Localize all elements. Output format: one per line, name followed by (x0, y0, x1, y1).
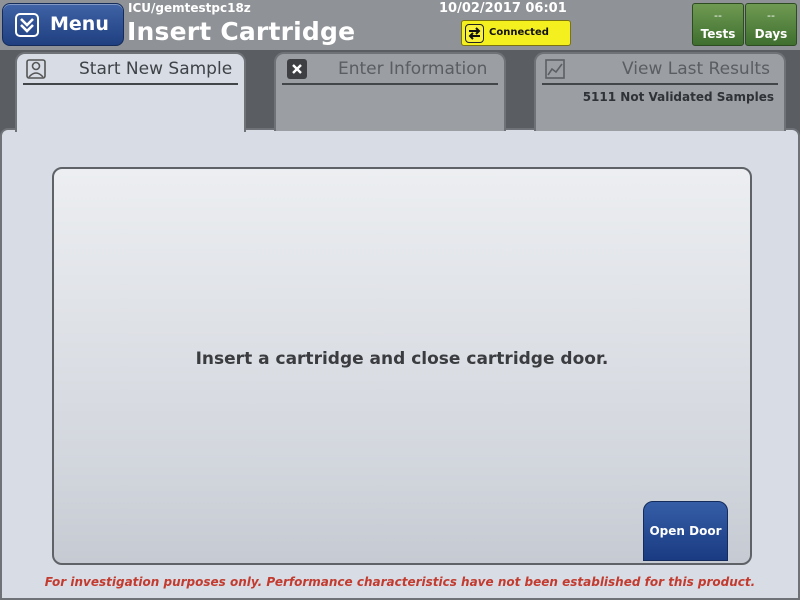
tab-start-new-sample-label: Start New Sample (79, 59, 233, 79)
days-value: -- (767, 9, 775, 22)
tab-view-last-results-label: View Last Results (622, 59, 770, 79)
days-counter[interactable]: -- Days (745, 3, 797, 46)
tab-enter-information-label: Enter Information (338, 59, 488, 79)
chevron-down-icon (15, 13, 39, 37)
connection-label: Connected (489, 27, 549, 38)
tab-divider (282, 83, 498, 85)
tab-divider (23, 83, 238, 85)
open-door-button[interactable]: Open Door (643, 501, 728, 561)
content-area: Insert a cartridge and close cartridge d… (0, 128, 800, 600)
connected-arrows-icon (465, 24, 484, 43)
menu-button[interactable]: Menu (2, 3, 124, 46)
menu-label: Menu (50, 13, 109, 35)
instruction-panel: Insert a cartridge and close cartridge d… (52, 167, 752, 565)
tab-divider (542, 83, 778, 85)
disclaimer-text: For investigation purposes only. Perform… (44, 575, 756, 589)
tests-counter[interactable]: -- Tests (692, 3, 744, 46)
datetime-label: 10/02/2017 06:01 (439, 1, 567, 16)
tab-view-last-results[interactable]: View Last Results 5111 Not Validated Sam… (534, 52, 786, 131)
not-validated-count: 5111 Not Validated Samples (582, 90, 774, 104)
location-label: ICU/gemtestpc18z (128, 1, 251, 15)
instruction-message: Insert a cartridge and close cartridge d… (195, 349, 609, 369)
chart-icon (544, 58, 566, 80)
days-label: Days (754, 27, 788, 41)
close-icon (287, 59, 307, 79)
tab-enter-information[interactable]: Enter Information (274, 52, 506, 131)
header-bar: Menu ICU/gemtestpc18z Insert Cartridge 1… (0, 0, 800, 50)
tests-label: Tests (700, 27, 736, 41)
page-title: Insert Cartridge (127, 17, 356, 46)
connection-status-badge[interactable]: Connected (461, 20, 571, 46)
tests-value: -- (714, 9, 722, 22)
sample-cup-icon (25, 58, 47, 80)
tab-start-new-sample[interactable]: Start New Sample (15, 52, 246, 132)
